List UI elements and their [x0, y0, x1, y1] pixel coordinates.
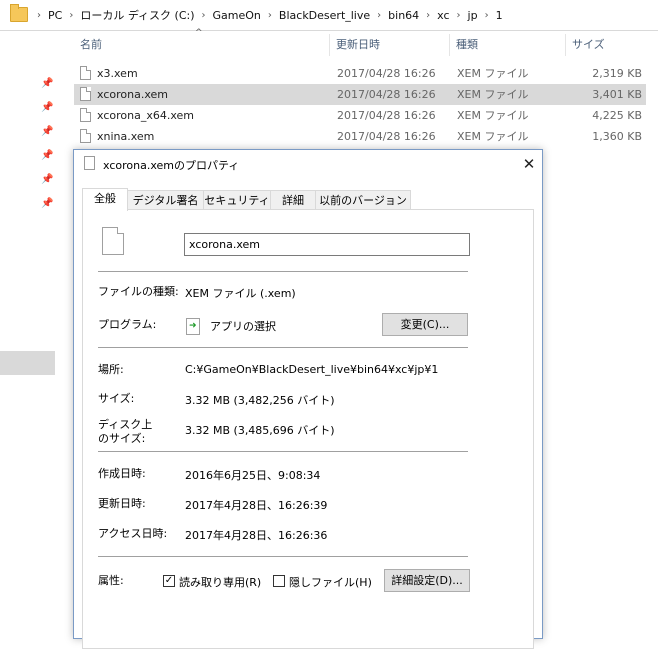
- breadcrumb-item-bin64[interactable]: bin64: [388, 9, 419, 22]
- divider: [98, 451, 468, 452]
- modified-label: 更新日時:: [98, 497, 146, 510]
- breadcrumb-item-local-disk[interactable]: ローカル ディスク (C:): [80, 7, 194, 23]
- hidden-label[interactable]: 隠しファイル(H): [289, 574, 372, 590]
- file-row[interactable]: x3.xem 2017/04/28 16:26 XEM ファイル 2,319 K…: [74, 63, 646, 84]
- pin-icon[interactable]: 📌: [41, 150, 53, 161]
- accessed-label: アクセス日時:: [98, 527, 168, 540]
- size-value: 3.32 MB (3,482,256 バイト): [185, 394, 335, 407]
- tab-security[interactable]: セキュリティ: [203, 190, 271, 210]
- file-icon: [80, 87, 91, 101]
- disk-size-label: ディスク上 のサイズ:: [98, 418, 152, 446]
- dialog-titlebar[interactable]: xcorona.xemのプロパティ ✕: [74, 150, 542, 178]
- pin-icon[interactable]: 📌: [41, 174, 53, 185]
- chevron-right-icon[interactable]: ›: [37, 10, 41, 21]
- file-name: xcorona_x64.xem: [97, 109, 194, 122]
- change-program-button[interactable]: 変更(C)...: [382, 313, 468, 336]
- filename-field[interactable]: xcorona.xem: [184, 233, 470, 256]
- file-icon: [80, 129, 91, 143]
- file-row[interactable]: xcorona.xem 2017/04/28 16:26 XEM ファイル 3,…: [74, 84, 646, 105]
- size-label: サイズ:: [98, 392, 135, 405]
- pin-icon[interactable]: 📌: [41, 78, 53, 89]
- file-size: 2,319 KB: [592, 67, 642, 80]
- pin-icon[interactable]: 📌: [41, 198, 53, 209]
- column-header-date[interactable]: 更新日時: [330, 34, 450, 56]
- created-value: 2016年6月25日、9:08:34: [185, 469, 321, 482]
- file-icon: [84, 156, 95, 170]
- pin-icon[interactable]: 📌: [41, 126, 53, 137]
- properties-dialog: xcorona.xemのプロパティ ✕ 全般 デジタル署名 セキュリティ 詳細 …: [73, 149, 543, 649]
- breadcrumb-item-1[interactable]: 1: [496, 9, 503, 22]
- disk-size-label-line1: ディスク上: [98, 418, 153, 431]
- divider: [98, 556, 468, 557]
- file-type: XEM ファイル: [457, 67, 529, 80]
- tab-general[interactable]: 全般: [82, 188, 128, 211]
- file-icon: [80, 66, 91, 80]
- dialog-title: xcorona.xemのプロパティ: [103, 159, 240, 172]
- app-select-icon: [186, 318, 200, 335]
- location-label: 場所:: [98, 363, 124, 376]
- file-row[interactable]: xcorona_x64.xem 2017/04/28 16:26 XEM ファイ…: [74, 105, 646, 126]
- attributes-label: 属性:: [98, 574, 124, 587]
- address-bar[interactable]: › PC › ローカル ディスク (C:) › GameOn › BlackDe…: [0, 0, 658, 31]
- program-value: アプリの選択: [210, 320, 276, 333]
- column-header-size[interactable]: サイズ: [566, 34, 646, 56]
- file-type-label: ファイルの種類:: [98, 285, 179, 298]
- pin-icon[interactable]: 📌: [41, 102, 53, 113]
- tab-previous-versions[interactable]: 以前のバージョン: [315, 190, 411, 210]
- program-label: プログラム:: [98, 318, 157, 331]
- tab-digital-signatures[interactable]: デジタル署名: [127, 190, 204, 210]
- breadcrumb-item-gameon[interactable]: GameOn: [213, 9, 261, 22]
- location-value: C:¥GameOn¥BlackDesert_live¥bin64¥xc¥jp¥1: [185, 363, 439, 376]
- advanced-button[interactable]: 詳細設定(D)...: [384, 569, 470, 592]
- chevron-right-icon[interactable]: ›: [426, 10, 430, 21]
- breadcrumb-item-pc[interactable]: PC: [48, 9, 62, 22]
- file-size: 4,225 KB: [592, 109, 642, 122]
- breadcrumb-item-xc[interactable]: xc: [437, 9, 449, 22]
- disk-size-value: 3.32 MB (3,485,696 バイト): [185, 424, 335, 437]
- file-type: XEM ファイル: [457, 130, 529, 143]
- divider: [98, 271, 468, 272]
- hidden-checkbox[interactable]: [273, 575, 285, 587]
- chevron-right-icon[interactable]: ›: [268, 10, 272, 21]
- file-date: 2017/04/28 16:26: [337, 88, 436, 101]
- tab-details[interactable]: 詳細: [270, 190, 316, 210]
- file-icon: [102, 227, 124, 255]
- disk-size-label-line2: のサイズ:: [98, 432, 146, 445]
- breadcrumb: › PC › ローカル ディスク (C:) › GameOn › BlackDe…: [30, 7, 503, 23]
- readonly-checkbox[interactable]: ✓: [163, 575, 175, 587]
- file-date: 2017/04/28 16:26: [337, 67, 436, 80]
- file-row[interactable]: xnina.xem 2017/04/28 16:26 XEM ファイル 1,36…: [74, 126, 646, 147]
- folder-icon: [10, 4, 28, 22]
- breadcrumb-item-blackdesert[interactable]: BlackDesert_live: [279, 9, 370, 22]
- close-icon[interactable]: ✕: [517, 153, 541, 175]
- file-name: x3.xem: [97, 67, 138, 80]
- readonly-label[interactable]: 読み取り専用(R): [179, 574, 261, 590]
- file-type: XEM ファイル: [457, 109, 529, 122]
- chevron-right-icon[interactable]: ›: [377, 10, 381, 21]
- accessed-value: 2017年4月28日、16:26:36: [185, 529, 328, 542]
- file-icon: [80, 108, 91, 122]
- column-header-name[interactable]: 名前: [74, 34, 330, 56]
- created-label: 作成日時:: [98, 467, 146, 480]
- modified-value: 2017年4月28日、16:26:39: [185, 499, 328, 512]
- chevron-right-icon[interactable]: ›: [202, 10, 206, 21]
- chevron-right-icon[interactable]: ›: [485, 10, 489, 21]
- chevron-right-icon[interactable]: ›: [69, 10, 73, 21]
- file-type-value: XEM ファイル (.xem): [185, 287, 296, 300]
- file-date: 2017/04/28 16:26: [337, 130, 436, 143]
- file-type: XEM ファイル: [457, 88, 529, 101]
- file-name: xnina.xem: [97, 130, 155, 143]
- file-size: 1,360 KB: [592, 130, 642, 143]
- chevron-right-icon[interactable]: ›: [457, 10, 461, 21]
- file-size: 3,401 KB: [592, 88, 642, 101]
- divider: [98, 347, 468, 348]
- breadcrumb-item-jp[interactable]: jp: [468, 9, 478, 22]
- navigation-selected-item[interactable]: [0, 351, 55, 375]
- file-date: 2017/04/28 16:26: [337, 109, 436, 122]
- file-name: xcorona.xem: [97, 88, 168, 101]
- column-header-type[interactable]: 種類: [450, 34, 566, 56]
